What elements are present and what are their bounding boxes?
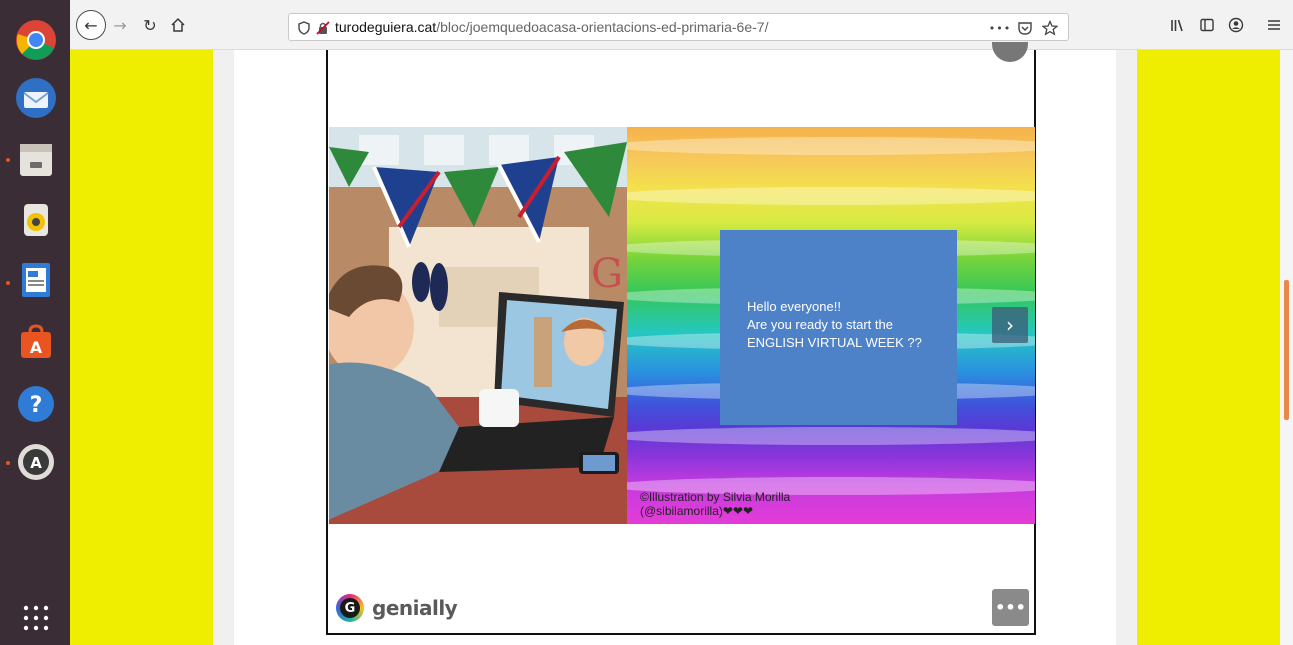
- svg-text:A: A: [30, 454, 42, 472]
- genially-logo-icon: G: [336, 594, 364, 622]
- library-button[interactable]: [1163, 11, 1191, 39]
- ubuntu-dock: A ? A: [0, 0, 70, 645]
- menu-button[interactable]: [1260, 11, 1288, 39]
- left-gutter: [213, 50, 234, 645]
- library-icon: [1171, 19, 1183, 32]
- thunderbird-icon[interactable]: [10, 72, 62, 124]
- software-icon[interactable]: A: [10, 316, 62, 368]
- shield-icon[interactable]: [295, 19, 313, 37]
- genially-logo[interactable]: G genially: [336, 594, 458, 622]
- svg-text:?: ?: [30, 393, 43, 418]
- home-icon: [171, 17, 185, 32]
- url-bar[interactable]: turodeguiera.cat/bloc/joemquedoacasa-ori…: [288, 13, 1069, 41]
- genially-wordmark: genially: [372, 596, 458, 620]
- writer-icon[interactable]: [10, 254, 62, 306]
- account-button[interactable]: [1222, 11, 1250, 39]
- sidebar-button[interactable]: [1193, 11, 1221, 39]
- genially-logo-letter: G: [340, 598, 360, 618]
- page-actions-button[interactable]: •••: [989, 19, 1010, 37]
- left-sidebar-background: [70, 50, 213, 645]
- svg-text:G: G: [591, 251, 623, 297]
- scrollbar-thumb[interactable]: [1284, 280, 1289, 420]
- arrow-left-icon: ←: [84, 15, 98, 35]
- more-options-button[interactable]: •••: [992, 589, 1029, 626]
- svg-text:A: A: [30, 338, 43, 357]
- back-button[interactable]: ←: [76, 10, 106, 40]
- files-icon[interactable]: [10, 134, 62, 186]
- sidebar-icon: [1200, 18, 1214, 32]
- right-sidebar-background: [1137, 50, 1280, 645]
- illustration-credit: ©Illustration by Silvia Morilla (@sibila…: [640, 490, 791, 518]
- reload-icon: ↻: [143, 15, 157, 35]
- chrome-icon[interactable]: [10, 14, 62, 66]
- fullscreen-button[interactable]: [992, 42, 1028, 62]
- illustration-image: G: [329, 127, 627, 524]
- forward-button[interactable]: →: [106, 11, 134, 39]
- url-path: /bloc/joemquedoacasa-orientacions-ed-pri…: [436, 19, 769, 35]
- browser-toolbar: ← → ↻ turodeguiera.cat/bloc/joemquedoaca…: [70, 0, 1293, 50]
- show-applications-icon[interactable]: [20, 602, 52, 634]
- web-page: G Hello everyone!! Are you ready to star…: [70, 42, 1293, 645]
- home-button[interactable]: [164, 11, 192, 39]
- updater-icon[interactable]: A: [10, 436, 62, 488]
- reload-button[interactable]: ↻: [136, 11, 164, 39]
- insecure-lock-icon[interactable]: [314, 19, 332, 37]
- right-gutter: [1116, 50, 1137, 645]
- url-domain: turodeguiera.cat: [335, 19, 437, 35]
- account-icon: [1228, 17, 1244, 33]
- next-slide-button[interactable]: ›: [992, 307, 1028, 343]
- chevron-right-icon: ›: [1006, 313, 1014, 337]
- hamburger-icon: [1268, 20, 1280, 30]
- pocket-icon[interactable]: [1016, 19, 1034, 37]
- rhythmbox-icon[interactable]: [10, 194, 62, 246]
- arrow-right-icon: →: [113, 15, 127, 35]
- genially-embed: G Hello everyone!! Are you ready to star…: [326, 42, 1036, 635]
- welcome-card: Hello everyone!! Are you ready to start …: [720, 230, 957, 425]
- help-icon[interactable]: ?: [10, 378, 62, 430]
- bookmark-star-icon[interactable]: [1041, 19, 1059, 37]
- welcome-message: Hello everyone!! Are you ready to start …: [747, 299, 922, 350]
- ellipsis-icon: •••: [995, 598, 1026, 617]
- url-text[interactable]: turodeguiera.cat/bloc/joemquedoacasa-ori…: [335, 19, 768, 35]
